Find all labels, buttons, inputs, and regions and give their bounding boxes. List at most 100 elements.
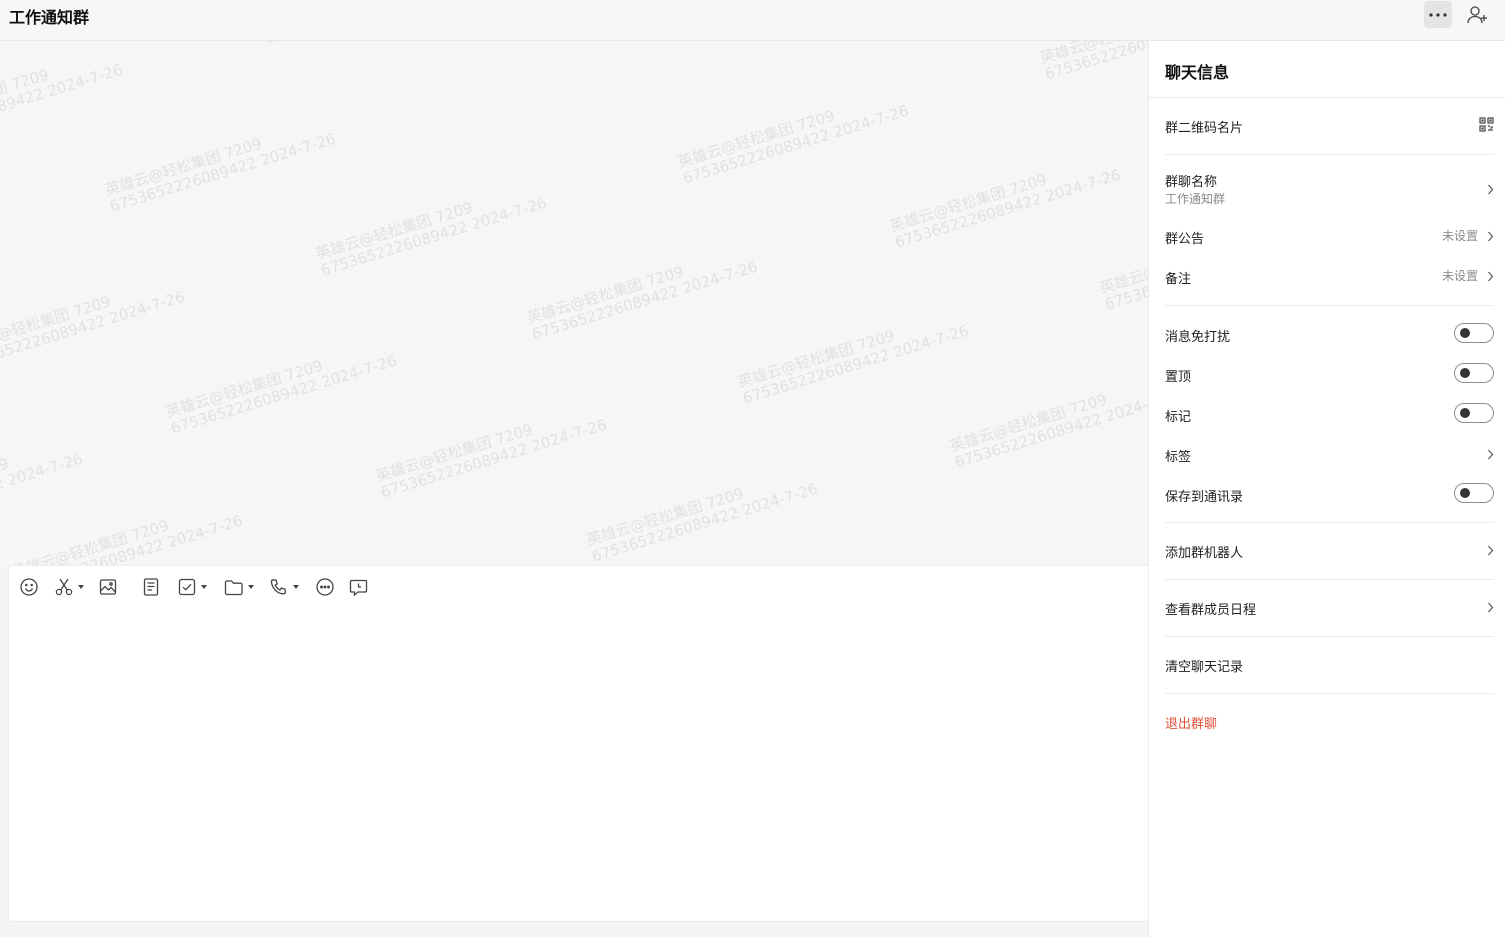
save-contacts-toggle[interactable] [1454,483,1494,503]
folder-icon [224,579,243,595]
dropdown-caret-icon[interactable] [201,585,207,589]
qr-card-row[interactable]: 群二维码名片 [1165,114,1494,138]
watermark: 英雄云@轻松集团 72096753652226089422 2024-7-26 [0,287,187,374]
watermark: 英雄云@轻松集团 72096753652226089422 2024-7-26 [735,321,971,408]
chevron-right-icon [1488,231,1494,242]
image-button[interactable] [99,576,117,598]
mute-toggle[interactable] [1454,323,1494,343]
dropdown-caret-icon[interactable] [293,585,299,589]
chevron-right-icon [1488,184,1494,195]
image-icon [99,579,117,595]
watermark: 英雄云@轻松集团 72096753652226089422 2024-7-26 [524,257,760,344]
phone-icon [270,579,287,595]
scissors-icon [55,578,73,596]
panel-title: 聊天信息 [1165,63,1230,82]
pin-label: 置顶 [1165,370,1192,385]
watermark: 英雄云@轻松集团 72096753652226089422 2024-7-26 [313,193,549,280]
divider [1165,636,1494,637]
group-name-value: 工作通知群 [1165,192,1226,206]
call-button[interactable] [270,576,299,598]
divider [1165,693,1494,694]
divider [1165,579,1494,580]
divider [1165,154,1494,155]
remark-value: 未设置 [1441,269,1478,283]
watermark: 英雄云@轻松集团 72096753652226089422 2024-7-26 [1038,41,1148,84]
watermark: 英雄云@轻松集团 72096753652226089422 2024-7-26 [9,511,245,565]
tags-label: 标签 [1165,450,1192,465]
chevron-right-icon [1488,271,1494,282]
save-contacts-row: 保存到通讯录 [1165,483,1494,507]
mark-row: 标记 [1165,403,1494,427]
chat-title: 工作通知群 [9,8,90,27]
toggle-knob [1460,328,1470,338]
leave-group-label: 退出群聊 [1165,717,1218,732]
mute-row: 消息免打扰 [1165,323,1494,347]
remark-label: 备注 [1165,272,1192,287]
watermark: 英雄云@轻松集团 72096753652226089422 2024-7-26 [258,41,493,48]
announcement-value: 未设置 [1441,229,1478,243]
add-member-button[interactable] [1466,4,1490,26]
divider [1149,97,1505,98]
watermark: 英雄云@轻松集团 72096753652226089422 2024-7-26 [1097,228,1148,314]
chevron-right-icon [1488,449,1494,460]
chevron-right-icon [1488,602,1494,613]
more-options-button[interactable] [1424,1,1452,28]
member-schedule-label: 查看群成员日程 [1165,603,1257,618]
mark-label: 标记 [1165,410,1192,425]
toggle-knob [1460,368,1470,378]
pin-row: 置顶 [1165,363,1494,387]
watermark: 英雄云@轻松集团 72096753652226089422 2024-7-26 [102,129,338,216]
document-icon [143,578,159,596]
clear-history-row[interactable]: 清空聊天记录 [1165,653,1494,677]
group-name-row[interactable]: 群聊名称 工作通知群 [1165,168,1494,208]
more-tools-button[interactable] [315,576,335,598]
watermark: 英雄云@轻松集团 72096753652226089422 2024-7-26 [675,101,911,188]
watermark: 英雄云@轻松集团 72096753652226089422 2024-7-26 [0,60,125,147]
mark-toggle[interactable] [1454,403,1494,423]
qr-card-label: 群二维码名片 [1165,121,1244,136]
chat-info-panel: 聊天信息 群二维码名片 群聊名称 工作通知群 群公告 未设置 备注 未设置 消息… [1148,41,1505,937]
message-composer[interactable] [8,565,1148,922]
clear-history-label: 清空聊天记录 [1165,660,1244,675]
remark-row[interactable]: 备注 未设置 [1165,265,1494,289]
ellipsis-icon [1429,12,1447,17]
chevron-right-icon [1488,545,1494,556]
document-button[interactable] [143,576,159,598]
emoji-icon [20,578,38,596]
add-bot-row[interactable]: 添加群机器人 [1165,539,1494,563]
screenshot-button[interactable] [55,576,84,598]
message-area: 英雄云@轻松集团 7209 6753652226089422 2024-7-26 … [0,41,1148,565]
mute-label: 消息免打扰 [1165,330,1231,345]
save-contacts-label: 保存到通讯录 [1165,490,1244,505]
announcement-row[interactable]: 群公告 未设置 [1165,225,1494,249]
divider [1165,305,1494,306]
leave-group-row[interactable]: 退出群聊 [1165,710,1494,734]
toggle-knob [1460,408,1470,418]
dropdown-caret-icon[interactable] [78,585,84,589]
app-window: 工作通知群 英雄云@轻松集团 7209 6753652226089422 2024… [0,0,1505,937]
announcement-label: 群公告 [1165,232,1205,247]
member-schedule-row[interactable]: 查看群成员日程 [1165,596,1494,620]
watermark: 英雄云@轻松集团 72096753652226089422 2024-7-26 [947,385,1148,472]
tags-row[interactable]: 标签 [1165,443,1494,467]
todo-button[interactable] [178,576,207,598]
qr-code-icon [1479,117,1494,132]
watermark: 英雄云@轻松集团 72096753652226089422 2024-7-26 [584,479,820,565]
dropdown-caret-icon[interactable] [248,585,254,589]
watermark: 英雄云@轻松集团 72096753652226089422 2024-7-26 [0,449,85,536]
toggle-knob [1460,488,1470,498]
watermark: 英雄云@轻松集团 72096753652226089422 2024-7-26 [163,351,399,438]
checkbox-icon [178,578,196,596]
pin-toggle[interactable] [1454,363,1494,383]
watermark: 英雄云@轻松集团 72096753652226089422 2024-7-26 [887,165,1123,252]
chat-header: 工作通知群 [0,0,1505,41]
chat-clock-icon [349,579,368,596]
add-user-icon [1467,6,1487,24]
watermark: 英雄云@轻松集团 72096753652226089422 2024-7-26 [373,415,609,502]
file-button[interactable] [224,576,254,598]
group-name-label: 群聊名称 [1165,175,1218,190]
emoji-button[interactable] [19,576,39,598]
chat-history-button[interactable] [349,576,368,598]
add-bot-label: 添加群机器人 [1165,546,1244,561]
divider [1165,522,1494,523]
